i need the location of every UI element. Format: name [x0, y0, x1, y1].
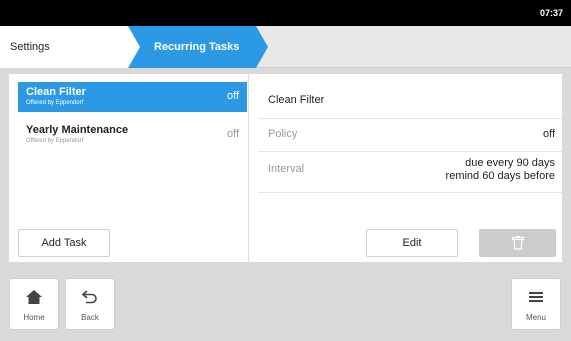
task-item-yearly-maintenance[interactable]: Yearly Maintenance Offered by Eppendorf … — [18, 120, 247, 150]
task-name: Clean Filter — [26, 86, 86, 98]
interval-line-2: remind 60 days before — [445, 170, 555, 182]
breadcrumb-settings[interactable]: Settings — [0, 26, 150, 68]
status-bar: 07:37 — [0, 0, 571, 26]
home-icon — [10, 289, 58, 305]
menu-icon — [512, 289, 560, 305]
add-task-button[interactable]: Add Task — [18, 229, 110, 257]
home-button[interactable]: Home — [9, 278, 59, 330]
task-list: Clean Filter Offered by Eppendorf off Ye… — [9, 74, 249, 262]
back-label: Back — [81, 313, 99, 322]
back-arrow-icon — [66, 289, 114, 305]
task-name: Yearly Maintenance — [26, 124, 129, 136]
policy-value: off — [542, 128, 555, 140]
divider — [258, 118, 562, 119]
detail-title: Clean Filter — [268, 94, 325, 106]
policy-label: Policy — [268, 128, 298, 140]
clock: 07:37 — [539, 8, 563, 18]
breadcrumb-recurring-tasks[interactable]: Recurring Tasks — [128, 26, 268, 68]
bottom-nav: Home Back Menu — [0, 268, 571, 341]
task-provider: Offered by Eppendorf — [26, 100, 84, 106]
content-panel: Clean Filter Offered by Eppendorf off Ye… — [9, 74, 562, 262]
task-status: off — [226, 90, 239, 102]
edit-button[interactable]: Edit — [366, 229, 458, 257]
menu-button[interactable]: Menu — [511, 278, 561, 330]
task-provider: Offered by Eppendorf — [26, 138, 84, 144]
divider — [258, 151, 562, 152]
menu-label: Menu — [525, 313, 546, 322]
divider — [258, 192, 562, 193]
breadcrumb: Settings Recurring Tasks — [0, 26, 571, 68]
back-button[interactable]: Back — [65, 278, 115, 330]
breadcrumb-recurring-tasks-label: Recurring Tasks — [154, 41, 240, 53]
interval-line-1: due every 90 days — [465, 157, 555, 169]
task-detail: Clean Filter Policy off Interval due eve… — [258, 74, 562, 262]
task-status: off — [226, 128, 239, 140]
delete-button[interactable] — [479, 229, 556, 257]
interval-label: Interval — [268, 163, 305, 175]
trash-icon — [511, 236, 524, 250]
breadcrumb-settings-label: Settings — [10, 41, 50, 53]
home-label: Home — [23, 313, 45, 322]
task-item-clean-filter[interactable]: Clean Filter Offered by Eppendorf off — [18, 82, 247, 112]
